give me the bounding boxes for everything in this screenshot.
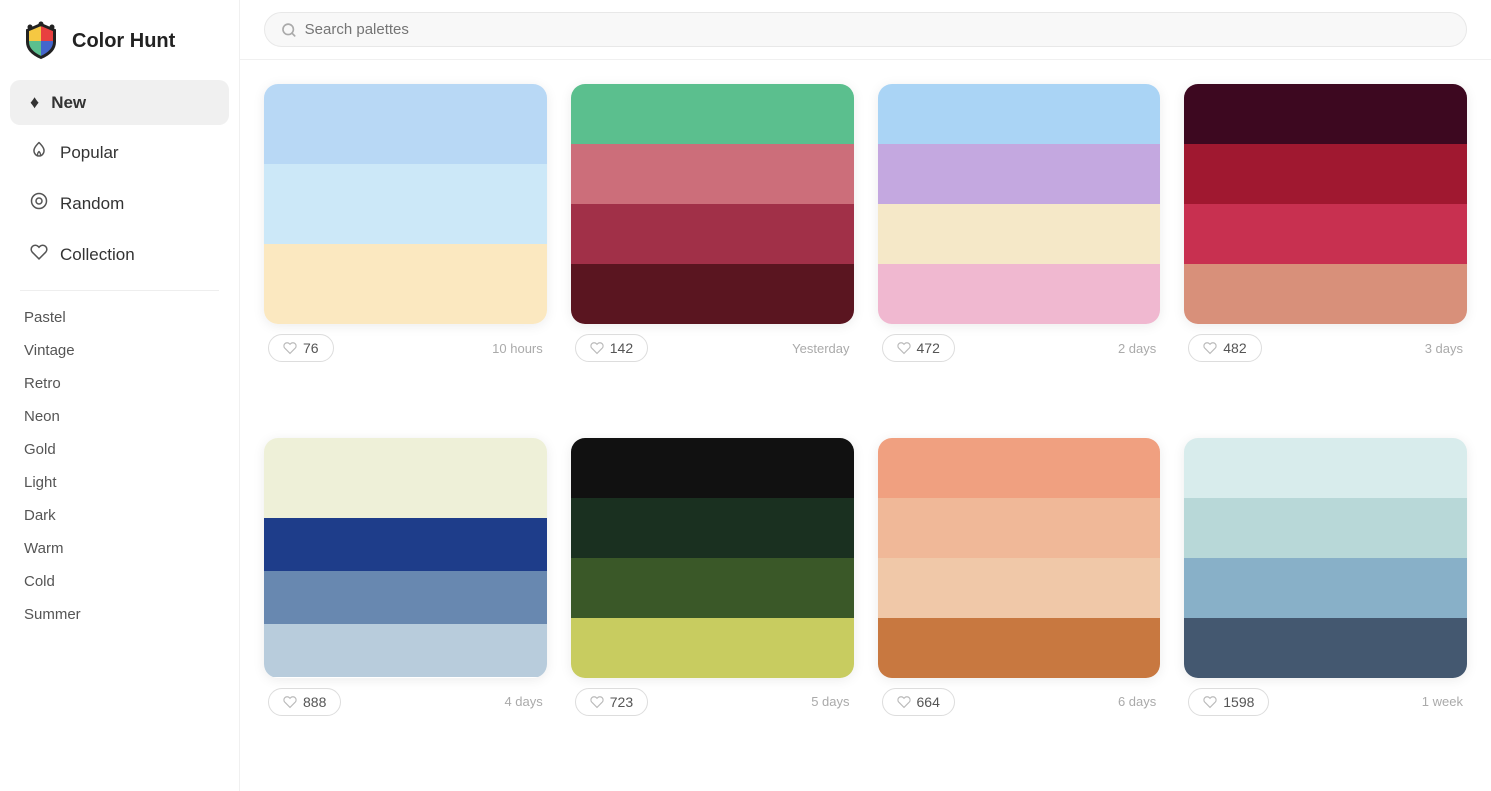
heart-outline-icon [30, 243, 48, 266]
like-count-2: 142 [610, 340, 633, 356]
like-count-3: 472 [917, 340, 940, 356]
tag-vintage[interactable]: Vintage [0, 334, 239, 367]
heart-icon-5 [283, 695, 297, 709]
nav-label-popular: Popular [60, 143, 119, 163]
heart-icon-7 [897, 695, 911, 709]
sidebar: Color Hunt ♦ New Popular Random Col [0, 0, 240, 791]
like-count-5: 888 [303, 694, 326, 710]
top-bar [240, 0, 1491, 60]
nav-label-random: Random [60, 194, 124, 214]
fire-icon [30, 141, 48, 164]
palette-card-8[interactable]: 1598 1 week [1184, 438, 1467, 768]
like-button-5[interactable]: 888 [268, 688, 341, 716]
tag-pastel[interactable]: Pastel [0, 301, 239, 334]
nav-item-new[interactable]: ♦ New [10, 80, 229, 125]
time-label-1: 10 hours [492, 341, 543, 356]
tag-cold[interactable]: Cold [0, 565, 239, 598]
search-input[interactable] [305, 21, 1450, 38]
like-button-7[interactable]: 664 [882, 688, 955, 716]
logo-icon [20, 20, 62, 62]
like-button-3[interactable]: 472 [882, 334, 955, 362]
random-icon [30, 192, 48, 215]
like-count-7: 664 [917, 694, 940, 710]
tag-neon[interactable]: Neon [0, 400, 239, 433]
like-button-6[interactable]: 723 [575, 688, 648, 716]
nav-item-collection[interactable]: Collection [10, 231, 229, 278]
tag-gold[interactable]: Gold [0, 433, 239, 466]
sidebar-divider [20, 290, 219, 291]
like-count-1: 76 [303, 340, 319, 356]
tag-warm[interactable]: Warm [0, 532, 239, 565]
heart-icon-8 [1203, 695, 1217, 709]
nav-item-random[interactable]: Random [10, 180, 229, 227]
heart-icon-4 [1203, 341, 1217, 355]
search-icon [281, 22, 297, 38]
heart-icon-3 [897, 341, 911, 355]
time-label-8: 1 week [1422, 694, 1463, 709]
palette-card-2[interactable]: 142 Yesterday [571, 84, 854, 414]
time-label-3: 2 days [1118, 341, 1156, 356]
palette-card-6[interactable]: 723 5 days [571, 438, 854, 768]
like-button-1[interactable]: 76 [268, 334, 334, 362]
like-count-8: 1598 [1223, 694, 1254, 710]
palette-card-1[interactable]: 76 10 hours [264, 84, 547, 414]
nav-label-collection: Collection [60, 245, 135, 265]
tag-summer[interactable]: Summer [0, 598, 239, 631]
tag-retro[interactable]: Retro [0, 367, 239, 400]
palettes-grid: 76 10 hours 142 [240, 60, 1491, 791]
search-wrap [264, 12, 1467, 47]
like-button-2[interactable]: 142 [575, 334, 648, 362]
like-button-4[interactable]: 482 [1188, 334, 1261, 362]
heart-icon-6 [590, 695, 604, 709]
like-count-4: 482 [1223, 340, 1246, 356]
tag-dark[interactable]: Dark [0, 499, 239, 532]
main-content: 76 10 hours 142 [240, 0, 1491, 791]
diamond-icon: ♦ [30, 92, 39, 113]
time-label-2: Yesterday [792, 341, 849, 356]
palette-card-4[interactable]: 482 3 days [1184, 84, 1467, 414]
tag-light[interactable]: Light [0, 466, 239, 499]
time-label-7: 6 days [1118, 694, 1156, 709]
nav-label-new: New [51, 93, 86, 113]
palette-card-5[interactable]: 888 4 days [264, 438, 547, 768]
palette-card-7[interactable]: 664 6 days [878, 438, 1161, 768]
palette-card-3[interactable]: 472 2 days [878, 84, 1161, 414]
like-button-8[interactable]: 1598 [1188, 688, 1269, 716]
logo-text: Color Hunt [72, 30, 175, 53]
heart-icon-2 [590, 341, 604, 355]
time-label-4: 3 days [1425, 341, 1463, 356]
time-label-5: 4 days [504, 694, 542, 709]
time-label-6: 5 days [811, 694, 849, 709]
logo-area: Color Hunt [0, 12, 239, 78]
nav-item-popular[interactable]: Popular [10, 129, 229, 176]
like-count-6: 723 [610, 694, 633, 710]
heart-icon-1 [283, 341, 297, 355]
